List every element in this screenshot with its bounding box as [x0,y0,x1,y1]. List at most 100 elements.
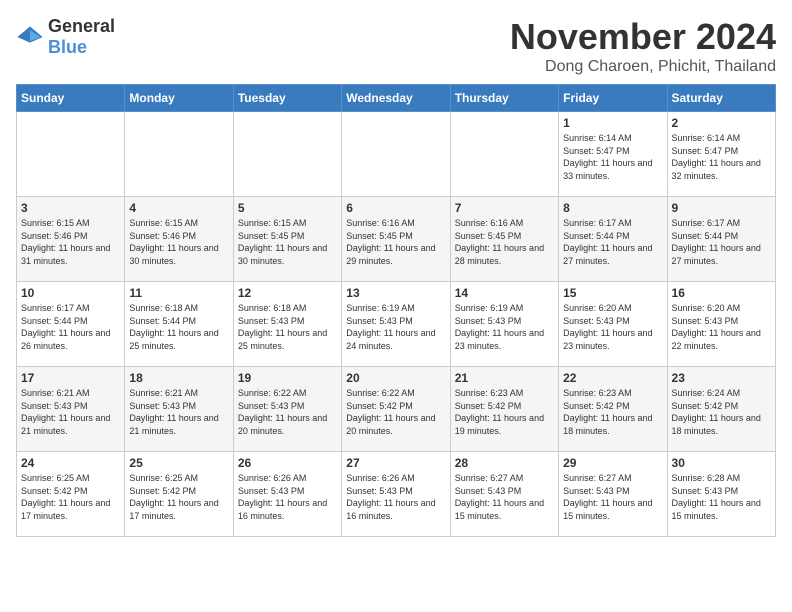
title-area: November 2024 Dong Charoen, Phichit, Tha… [510,16,776,76]
day-number: 17 [21,371,120,385]
day-detail: Sunrise: 6:26 AM Sunset: 5:43 PM Dayligh… [346,472,445,522]
calendar-cell: 13Sunrise: 6:19 AM Sunset: 5:43 PM Dayli… [342,282,450,367]
day-detail: Sunrise: 6:25 AM Sunset: 5:42 PM Dayligh… [21,472,120,522]
calendar-cell: 15 Sunrise: 6:20 AM Sunset: 5:43 PM Dayli… [559,282,667,367]
calendar-cell: 5Sunrise: 6:15 AM Sunset: 5:45 PM Daylig… [233,197,341,282]
calendar-cell: 19 Sunrise: 6:22 AM Sunset: 5:43 PM Dayli… [233,367,341,452]
location-title: Dong Charoen, Phichit, Thailand [510,58,776,76]
day-detail: Sunrise: 6:16 AM Sunset: 5:45 PM Dayligh… [346,217,445,267]
day-detail: Sunrise: 6:27 AM Sunset: 5:43 PM Dayligh… [563,472,662,522]
calendar-week-row: 1Sunrise: 6:14 AM Sunset: 5:47 PM Daylig… [17,112,776,197]
day-detail: Sunrise: 6:28 AM Sunset: 5:43 PM Dayligh… [672,472,771,522]
calendar-week-row: 17 Sunrise: 6:21 AM Sunset: 5:43 PM Dayli… [17,367,776,452]
day-number: 5 [238,201,337,215]
day-number: 2 [672,116,771,130]
day-detail: Sunrise: 6:23 AM Sunset: 5:42 PM Dayligh… [563,387,662,437]
day-number: 23 [672,371,771,385]
calendar-cell: 10 Sunrise: 6:17 AM Sunset: 5:44 PM Dayli… [17,282,125,367]
day-number: 8 [563,201,662,215]
calendar-cell: 9 Sunrise: 6:17 AM Sunset: 5:44 PM Daylig… [667,197,775,282]
day-detail: Sunrise: 6:14 AM Sunset: 5:47 PM Dayligh… [563,132,662,182]
day-detail: Sunrise: 6:17 AM Sunset: 5:44 PM Dayligh… [21,302,120,352]
day-detail: Sunrise: 6:26 AM Sunset: 5:43 PM Dayligh… [238,472,337,522]
calendar-cell: 6 Sunrise: 6:16 AM Sunset: 5:45 PM Daylig… [342,197,450,282]
column-header-sunday: Sunday [17,85,125,112]
calendar-cell [342,112,450,197]
day-number: 14 [455,286,554,300]
column-header-wednesday: Wednesday [342,85,450,112]
column-header-friday: Friday [559,85,667,112]
calendar-cell: 14 Sunrise: 6:19 AM Sunset: 5:43 PM Dayli… [450,282,558,367]
calendar-cell: 12Sunrise: 6:18 AM Sunset: 5:43 PM Dayli… [233,282,341,367]
column-header-thursday: Thursday [450,85,558,112]
day-number: 29 [563,456,662,470]
day-number: 13 [346,286,445,300]
calendar-week-row: 3 Sunrise: 6:15 AM Sunset: 5:46 PM Daylig… [17,197,776,282]
day-number: 15 [563,286,662,300]
day-detail: Sunrise: 6:14 AM Sunset: 5:47 PM Dayligh… [672,132,771,182]
calendar-cell: 2 Sunrise: 6:14 AM Sunset: 5:47 PM Daylig… [667,112,775,197]
calendar-cell: 18Sunrise: 6:21 AM Sunset: 5:43 PM Dayli… [125,367,233,452]
calendar-cell: 30Sunrise: 6:28 AM Sunset: 5:43 PM Dayli… [667,452,775,537]
calendar-cell: 16Sunrise: 6:20 AM Sunset: 5:43 PM Dayli… [667,282,775,367]
calendar-cell: 8 Sunrise: 6:17 AM Sunset: 5:44 PM Daylig… [559,197,667,282]
day-number: 20 [346,371,445,385]
day-number: 24 [21,456,120,470]
column-header-tuesday: Tuesday [233,85,341,112]
day-number: 9 [672,201,771,215]
calendar-cell [450,112,558,197]
calendar-cell: 25 Sunrise: 6:25 AM Sunset: 5:42 PM Dayli… [125,452,233,537]
day-detail: Sunrise: 6:21 AM Sunset: 5:43 PM Dayligh… [129,387,228,437]
day-detail: Sunrise: 6:21 AM Sunset: 5:43 PM Dayligh… [21,387,120,437]
day-number: 3 [21,201,120,215]
day-number: 22 [563,371,662,385]
day-detail: Sunrise: 6:27 AM Sunset: 5:43 PM Dayligh… [455,472,554,522]
day-number: 7 [455,201,554,215]
day-detail: Sunrise: 6:24 AM Sunset: 5:42 PM Dayligh… [672,387,771,437]
calendar-cell: 27Sunrise: 6:26 AM Sunset: 5:43 PM Dayli… [342,452,450,537]
day-detail: Sunrise: 6:20 AM Sunset: 5:43 PM Dayligh… [672,302,771,352]
logo-general: General [48,16,115,36]
day-detail: Sunrise: 6:17 AM Sunset: 5:44 PM Dayligh… [563,217,662,267]
column-header-monday: Monday [125,85,233,112]
calendar-cell: 21Sunrise: 6:23 AM Sunset: 5:42 PM Dayli… [450,367,558,452]
calendar-header-row: SundayMondayTuesdayWednesdayThursdayFrid… [17,85,776,112]
calendar-cell: 28 Sunrise: 6:27 AM Sunset: 5:43 PM Dayli… [450,452,558,537]
day-detail: Sunrise: 6:18 AM Sunset: 5:43 PM Dayligh… [238,302,337,352]
calendar-week-row: 24 Sunrise: 6:25 AM Sunset: 5:42 PM Dayli… [17,452,776,537]
calendar-cell: 11 Sunrise: 6:18 AM Sunset: 5:44 PM Dayli… [125,282,233,367]
day-number: 6 [346,201,445,215]
day-number: 4 [129,201,228,215]
calendar-week-row: 10 Sunrise: 6:17 AM Sunset: 5:44 PM Dayli… [17,282,776,367]
day-detail: Sunrise: 6:22 AM Sunset: 5:42 PM Dayligh… [346,387,445,437]
column-header-saturday: Saturday [667,85,775,112]
calendar-cell: 20 Sunrise: 6:22 AM Sunset: 5:42 PM Dayli… [342,367,450,452]
calendar-cell: 4 Sunrise: 6:15 AM Sunset: 5:46 PM Daylig… [125,197,233,282]
day-detail: Sunrise: 6:19 AM Sunset: 5:43 PM Dayligh… [455,302,554,352]
calendar-cell: 7Sunrise: 6:16 AM Sunset: 5:45 PM Daylig… [450,197,558,282]
day-number: 10 [21,286,120,300]
calendar-cell [233,112,341,197]
calendar-cell: 26 Sunrise: 6:26 AM Sunset: 5:43 PM Dayli… [233,452,341,537]
day-detail: Sunrise: 6:20 AM Sunset: 5:43 PM Dayligh… [563,302,662,352]
calendar-cell: 1Sunrise: 6:14 AM Sunset: 5:47 PM Daylig… [559,112,667,197]
day-detail: Sunrise: 6:18 AM Sunset: 5:44 PM Dayligh… [129,302,228,352]
calendar-cell [125,112,233,197]
calendar-cell: 24 Sunrise: 6:25 AM Sunset: 5:42 PM Dayli… [17,452,125,537]
day-detail: Sunrise: 6:17 AM Sunset: 5:44 PM Dayligh… [672,217,771,267]
day-number: 19 [238,371,337,385]
day-detail: Sunrise: 6:22 AM Sunset: 5:43 PM Dayligh… [238,387,337,437]
calendar-table: SundayMondayTuesdayWednesdayThursdayFrid… [16,84,776,537]
logo-icon [16,23,44,51]
day-number: 26 [238,456,337,470]
logo-blue: Blue [48,37,87,57]
page-header: General Blue November 2024 Dong Charoen,… [16,16,776,76]
calendar-cell: 22 Sunrise: 6:23 AM Sunset: 5:42 PM Dayli… [559,367,667,452]
day-number: 28 [455,456,554,470]
day-detail: Sunrise: 6:15 AM Sunset: 5:46 PM Dayligh… [129,217,228,267]
calendar-cell: 29 Sunrise: 6:27 AM Sunset: 5:43 PM Dayli… [559,452,667,537]
month-title: November 2024 [510,16,776,58]
day-detail: Sunrise: 6:25 AM Sunset: 5:42 PM Dayligh… [129,472,228,522]
day-number: 25 [129,456,228,470]
day-number: 11 [129,286,228,300]
